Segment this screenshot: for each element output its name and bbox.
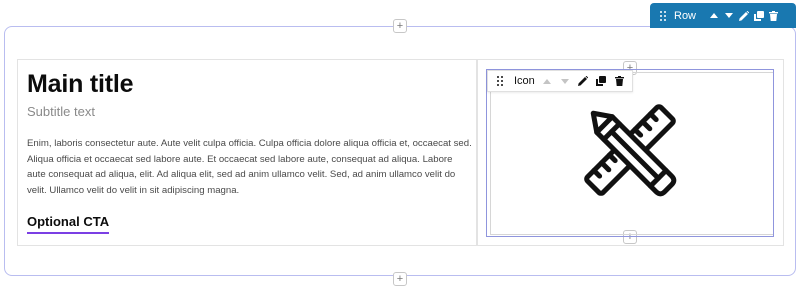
trash-icon[interactable]: [610, 71, 628, 91]
row-toolbar: Row: [650, 3, 796, 28]
caret-up-icon[interactable]: [538, 71, 556, 91]
add-row-above-button[interactable]: +: [393, 19, 407, 33]
duplicate-icon[interactable]: [751, 3, 766, 28]
caret-down-icon[interactable]: [556, 71, 574, 91]
pencil-icon[interactable]: [736, 3, 751, 28]
icon-toolbar: Icon: [487, 70, 633, 92]
row-label: Row: [674, 9, 697, 22]
duplicate-icon[interactable]: [592, 71, 610, 91]
caret-down-icon[interactable]: [721, 3, 736, 28]
main-title: Main title: [27, 70, 134, 98]
optional-cta-link[interactable]: Optional CTA: [27, 214, 110, 234]
pencil-icon[interactable]: [574, 71, 592, 91]
pencil-ruler-icon: [578, 100, 682, 200]
drag-handle-icon[interactable]: [488, 71, 510, 91]
subtitle: Subtitle text: [27, 104, 95, 119]
drag-handle-icon[interactable]: [650, 3, 672, 28]
trash-icon[interactable]: [766, 3, 781, 28]
add-row-below-button[interactable]: +: [393, 272, 407, 286]
caret-up-icon[interactable]: [706, 3, 721, 28]
icon-label: Icon: [514, 75, 535, 87]
body-text: Enim, laboris consectetur aute. Aute vel…: [27, 138, 472, 196]
